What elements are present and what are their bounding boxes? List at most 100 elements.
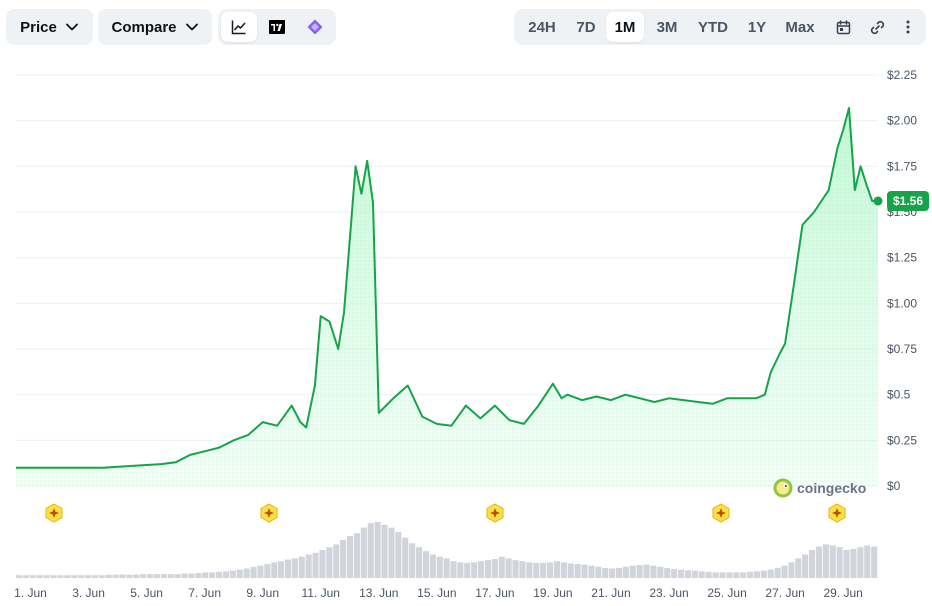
x-tick-label: 9. Jun (246, 586, 279, 600)
volume-bar (871, 546, 878, 578)
x-tick-label: 29. Jun (823, 586, 862, 600)
volume-bar (429, 554, 436, 578)
volume-bar (767, 569, 774, 578)
volume-bar (202, 572, 209, 578)
volume-bar (567, 563, 574, 578)
x-tick-label: 15. Jun (417, 586, 456, 600)
volume-bar (733, 572, 740, 578)
volume-bar (374, 522, 381, 578)
volume-bar (333, 544, 340, 578)
volume-bar (540, 562, 547, 578)
volume-bar (167, 574, 174, 578)
volume-bar (526, 562, 533, 578)
event-marker-icon[interactable] (44, 503, 64, 523)
volume-bars (16, 522, 878, 578)
volume-bar (747, 571, 754, 578)
volume-bar (595, 566, 602, 578)
volume-bar (519, 561, 526, 578)
volume-bar (588, 565, 595, 578)
volume-bar (105, 574, 112, 578)
volume-bar (112, 574, 119, 578)
volume-bar (616, 567, 623, 578)
volume-bar (119, 574, 126, 578)
volume-bar (760, 570, 767, 578)
volume-bar (850, 548, 857, 578)
volume-bar (753, 571, 760, 578)
volume-bar (491, 559, 498, 578)
y-tick-label: $0.25 (887, 433, 917, 447)
volume-bar (547, 562, 554, 578)
volume-bar (581, 564, 588, 578)
volume-bar (712, 572, 719, 578)
volume-bar (229, 570, 236, 578)
volume-bar (126, 574, 133, 578)
current-price-point (873, 196, 883, 206)
volume-bar (381, 524, 388, 578)
volume-bar (147, 574, 154, 578)
x-axis-ticks: 1. Jun 3. Jun 5. Jun 7. Jun 9. Jun 11. Jun 13.… (14, 586, 863, 600)
volume-bar (464, 562, 471, 578)
volume-bar (50, 575, 57, 578)
watermark-text: coingecko (797, 480, 867, 496)
volume-bar (91, 575, 98, 578)
x-tick-label: 7. Jun (188, 586, 221, 600)
x-tick-label: 25. Jun (707, 586, 746, 600)
volume-bar (305, 554, 312, 578)
event-marker-icon[interactable] (827, 503, 847, 523)
volume-bar (774, 567, 781, 578)
volume-bar (512, 560, 519, 578)
y-tick-label: $1.00 (887, 296, 917, 310)
volume-bar (843, 550, 850, 578)
volume-bar (43, 575, 50, 578)
volume-bar (264, 564, 271, 578)
volume-bar (836, 547, 843, 578)
volume-bar (353, 533, 360, 578)
volume-bar (471, 562, 478, 578)
y-tick-label: $1.25 (887, 251, 917, 265)
volume-bar (360, 527, 367, 578)
volume-bar (726, 572, 733, 578)
y-tick-label: $1.75 (887, 159, 917, 173)
volume-bar (553, 561, 560, 578)
volume-bar (678, 569, 685, 578)
volume-bar (140, 574, 147, 578)
volume-bar (705, 571, 712, 578)
volume-bar (795, 558, 802, 578)
volume-bar (436, 556, 443, 578)
volume-bar (222, 571, 229, 578)
coingecko-logo-icon (773, 478, 793, 498)
x-tick-label: 13. Jun (359, 586, 398, 600)
y-tick-label: $0 (887, 479, 901, 493)
volume-bar (22, 575, 29, 578)
volume-bar (347, 536, 354, 578)
event-marker-icon[interactable] (485, 503, 505, 523)
volume-bar (291, 558, 298, 578)
x-tick-label: 5. Jun (130, 586, 163, 600)
volume-bar (188, 573, 195, 578)
volume-bar (560, 562, 567, 578)
volume-bar (174, 574, 181, 578)
volume-bar (257, 565, 264, 578)
y-tick-label: $2.25 (887, 68, 917, 82)
volume-bar (312, 552, 319, 578)
volume-bar (409, 543, 416, 578)
volume-bar (457, 562, 464, 578)
volume-bar (36, 575, 43, 578)
volume-bar (636, 565, 643, 578)
volume-bar (243, 568, 250, 578)
volume-bar (650, 565, 657, 578)
volume-bar (815, 546, 822, 578)
event-marker-icon[interactable] (711, 503, 731, 523)
volume-bar (484, 560, 491, 578)
event-marker-icon[interactable] (259, 503, 279, 523)
volume-bar (719, 572, 726, 578)
volume-bar (422, 551, 429, 578)
y-tick-label: $0.75 (887, 342, 917, 356)
y-axis-ticks: $0$0.25$0.5$0.75$1.00$1.25$1.50$1.75$2.0… (887, 68, 917, 493)
volume-bar (195, 573, 202, 578)
volume-bar (802, 554, 809, 578)
volume-bar (450, 561, 457, 578)
volume-bar (78, 575, 85, 578)
volume-bar (416, 547, 423, 578)
volume-bar (498, 556, 505, 578)
